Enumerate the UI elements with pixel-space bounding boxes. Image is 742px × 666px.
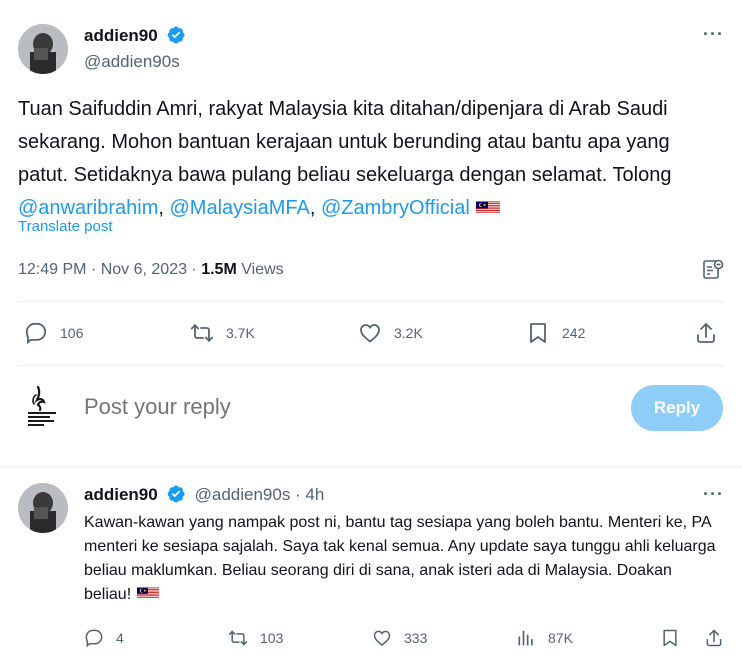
reply-comment-action[interactable]: 4 — [84, 628, 124, 648]
avatar-photo — [18, 24, 68, 74]
share-icon[interactable] — [694, 321, 718, 345]
bookmark-action[interactable]: 242 — [526, 321, 585, 345]
bookmark-icon[interactable] — [660, 628, 680, 648]
divider — [18, 301, 724, 302]
reply-like-count: 333 — [404, 630, 428, 646]
bookmark-count: 242 — [562, 325, 586, 341]
verified-badge-icon — [167, 485, 185, 503]
comment-icon — [85, 629, 103, 648]
author-name-row[interactable]: addien90 — [84, 25, 186, 46]
mention-link[interactable]: @MalaysiaMFA — [169, 197, 309, 219]
repost-icon — [228, 630, 248, 646]
merdeka-times-logo-mark — [28, 385, 56, 426]
reply-more-options-icon[interactable]: ··· — [703, 484, 724, 505]
heart-icon — [360, 324, 380, 343]
reply-repost-action[interactable]: 103 — [228, 628, 283, 648]
translate-post-link[interactable]: Translate post — [18, 218, 113, 235]
repost-action[interactable]: 3.7K — [190, 321, 255, 345]
reply-button[interactable]: Reply — [631, 385, 723, 431]
repost-icon — [190, 324, 214, 342]
like-action[interactable]: 3.2K — [358, 321, 423, 345]
divider — [18, 365, 724, 366]
views-label: Views — [236, 261, 284, 278]
author-name[interactable]: addien90 — [84, 26, 158, 45]
author-avatar[interactable] — [18, 24, 68, 74]
tweet-text: Tuan Saifuddin Amri, rakyat Malaysia kit… — [18, 93, 718, 225]
reply-author-name[interactable]: addien90 — [84, 485, 158, 504]
reply-like-action[interactable]: 333 — [372, 628, 427, 648]
reply-input[interactable] — [84, 391, 604, 423]
malaysia-flag-icon — [475, 201, 500, 214]
reply-author-handle[interactable]: @addien90s · 4h — [195, 485, 325, 504]
like-count: 3.2K — [394, 325, 423, 341]
reply-author-row: addien90 @addien90s · 4h — [84, 484, 324, 505]
malaysia-flag-icon — [137, 587, 160, 599]
tweet-meta: 12:49 PM · Nov 6, 2023 · 1.5M Views — [18, 261, 284, 279]
reply-action[interactable]: 106 — [24, 321, 83, 345]
reply-repost-count: 103 — [260, 630, 284, 646]
mention-link[interactable]: @anwaribrahim — [18, 197, 158, 219]
comment-icon — [25, 322, 47, 345]
reply-views-action[interactable]: 87K — [516, 628, 573, 648]
share-icon[interactable] — [704, 628, 724, 648]
analytics-icon[interactable] — [701, 258, 725, 282]
tweet-text-separator: , — [158, 197, 170, 219]
author-handle[interactable]: @addien90s — [84, 52, 180, 72]
views-chart-icon — [518, 630, 533, 646]
reply-text: Kawan-kawan yang nampak post ni, bantu t… — [84, 511, 720, 607]
reply-author-avatar[interactable] — [18, 483, 68, 533]
reply-views-count: 87K — [548, 630, 573, 646]
reply-comment-count: 4 — [116, 630, 124, 646]
heart-icon — [373, 630, 391, 647]
bookmark-icon — [530, 323, 546, 343]
avatar-photo — [18, 483, 68, 533]
merdeka-times-logo — [22, 385, 62, 431]
divider — [0, 466, 742, 467]
repost-count: 3.7K — [226, 325, 255, 341]
reply-count: 106 — [60, 325, 84, 341]
tweet-text-main: Tuan Saifuddin Amri, rakyat Malaysia kit… — [18, 98, 672, 186]
more-options-icon[interactable]: ··· — [703, 24, 724, 45]
reply-text-main: Kawan-kawan yang nampak post ni, bantu t… — [84, 514, 716, 603]
tweet-text-separator: , — [309, 197, 321, 219]
tweet-timestamp[interactable]: 12:49 PM · Nov 6, 2023 · — [18, 261, 201, 278]
views-count: 1.5M — [201, 261, 237, 278]
verified-badge-icon — [167, 26, 185, 44]
mention-link[interactable]: @ZambryOfficial — [321, 197, 470, 219]
